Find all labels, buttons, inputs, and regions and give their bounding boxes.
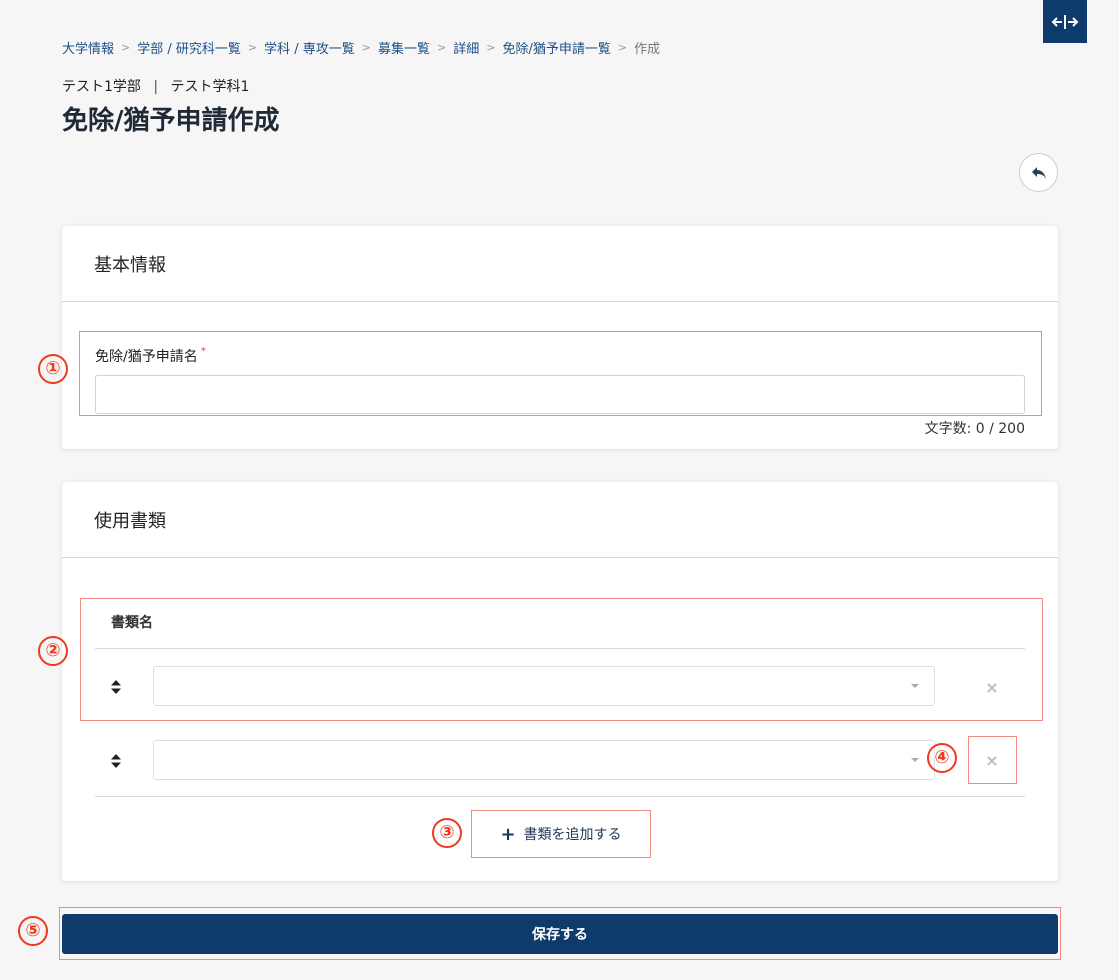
reply-back-icon — [1031, 166, 1046, 179]
breadcrumb-separator: > — [617, 41, 628, 54]
breadcrumb-separator: > — [361, 41, 371, 54]
document-select[interactable] — [153, 740, 935, 780]
basic-info-card: 基本情報 免除/猶予申請名 * 文字数: 0 / 200 — [62, 226, 1058, 449]
department-name: テスト学科1 — [170, 79, 250, 95]
add-document-label: 書類を追加する — [523, 827, 622, 843]
documents-card: 使用書類 書類名 × × + 書類を追加する — [62, 482, 1058, 881]
breadcrumb-separator: > — [247, 41, 258, 54]
breadcrumb-separator: > — [121, 41, 131, 54]
breadcrumb-item-university[interactable]: 大学情報 — [62, 38, 114, 57]
documents-heading: 使用書類 — [62, 482, 1058, 558]
save-button[interactable]: 保存する — [62, 914, 1058, 954]
breadcrumb-separator: > — [437, 41, 447, 54]
exemption-name-label: 免除/猶予申請名 * — [95, 346, 206, 366]
close-icon: × — [985, 750, 999, 770]
expand-width-button[interactable] — [1043, 0, 1087, 43]
expand-horizontal-icon — [1051, 14, 1079, 29]
sort-handle-icon[interactable] — [110, 753, 122, 769]
add-document-button[interactable]: + 書類を追加する — [473, 812, 649, 856]
table-bottom-divider — [95, 796, 1025, 797]
marker-3: ③ — [432, 818, 462, 848]
faculty-name: テスト1学部 — [62, 79, 141, 95]
remove-row-button[interactable]: × — [982, 677, 1002, 697]
close-icon: × — [985, 677, 999, 697]
subtitle-divider: | — [153, 79, 159, 95]
document-select[interactable] — [153, 666, 935, 706]
breadcrumb-item-exemption-list[interactable]: 免除/猶予申請一覧 — [502, 38, 610, 57]
breadcrumb-item-recruitment-list[interactable]: 募集一覧 — [378, 38, 430, 57]
page-subtitle: テスト1学部 | テスト学科1 — [62, 76, 249, 96]
marker-5: ⑤ — [18, 916, 48, 946]
breadcrumb-item-department-list[interactable]: 学科 / 専攻一覧 — [264, 38, 355, 57]
plus-icon: + — [500, 823, 516, 845]
marker-4: ④ — [927, 743, 957, 773]
sort-handle-icon[interactable] — [110, 679, 122, 695]
page-title: 免除/猶予申請作成 — [62, 106, 280, 136]
breadcrumb-item-faculty-list[interactable]: 学部 / 研究科一覧 — [137, 38, 241, 57]
chevron-down-icon — [911, 684, 919, 688]
breadcrumb-separator: > — [486, 41, 496, 54]
basic-info-heading: 基本情報 — [62, 226, 1058, 302]
exemption-name-input[interactable] — [95, 375, 1025, 414]
marker-1: ① — [38, 354, 68, 384]
table-header-divider — [95, 648, 1025, 649]
breadcrumb: 大学情報 > 学部 / 研究科一覧 > 学科 / 専攻一覧 > 募集一覧 > 詳… — [62, 38, 660, 57]
required-mark: * — [200, 346, 206, 357]
breadcrumb-item-detail[interactable]: 詳細 — [453, 38, 479, 57]
document-name-column-header: 書類名 — [111, 615, 153, 631]
marker-2: ② — [38, 636, 68, 666]
breadcrumb-item-current: 作成 — [634, 42, 661, 57]
chevron-down-icon — [911, 758, 919, 762]
exemption-name-label-text: 免除/猶予申請名 — [95, 349, 198, 365]
back-button[interactable] — [1019, 153, 1058, 192]
character-counter: 文字数: 0 / 200 — [924, 421, 1025, 437]
remove-row-button[interactable]: × — [982, 750, 1002, 770]
